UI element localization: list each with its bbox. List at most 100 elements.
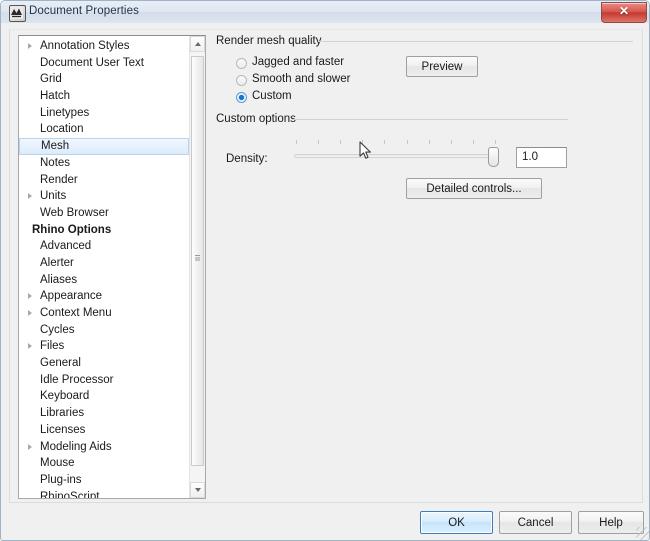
rhino-app-icon bbox=[9, 5, 26, 22]
tree-item-appearance[interactable]: Appearance bbox=[19, 288, 190, 305]
slider-tick bbox=[472, 140, 474, 144]
radio-mark-icon bbox=[236, 75, 247, 86]
tree-item-label: Plug-ins bbox=[40, 473, 82, 486]
slider-tick bbox=[384, 140, 386, 144]
tree-item-label: Modeling Aids bbox=[40, 440, 112, 453]
tree-item-mesh[interactable]: Mesh bbox=[19, 138, 189, 155]
chevron-right-icon[interactable] bbox=[28, 310, 32, 316]
close-icon[interactable]: ✕ bbox=[601, 2, 647, 23]
tree-item-label: Rhino Options bbox=[32, 223, 112, 236]
tree-item-document-user-text[interactable]: Document User Text bbox=[19, 55, 190, 72]
tree-item-label: Mouse bbox=[40, 457, 75, 470]
scroll-down-icon[interactable] bbox=[190, 482, 205, 498]
tree-item-libraries[interactable]: Libraries bbox=[19, 405, 190, 422]
tree-item-label: Appearance bbox=[40, 290, 103, 303]
density-value-input[interactable]: 1.0 bbox=[516, 147, 567, 168]
scroll-up-icon[interactable] bbox=[190, 36, 205, 52]
dialog-body: Annotation Styles Document User Text Grid H… bbox=[1, 23, 649, 540]
radio-label: Smooth and slower bbox=[252, 73, 351, 85]
title-bar: Document Properties ✕ bbox=[1, 1, 649, 24]
slider-tick bbox=[495, 140, 496, 144]
preview-button[interactable]: Preview bbox=[406, 56, 478, 77]
settings-tree-panel[interactable]: Annotation Styles Document User Text Grid H… bbox=[18, 35, 206, 499]
tree-item-plug-ins[interactable]: Plug-ins bbox=[19, 472, 190, 489]
radio-mark-icon bbox=[236, 58, 247, 69]
tree-item-label: Document User Text bbox=[40, 56, 144, 69]
tree-item-label: Cycles bbox=[40, 323, 75, 336]
settings-tree-list: Annotation Styles Document User Text Grid H… bbox=[19, 38, 190, 499]
tree-item-general[interactable]: General bbox=[19, 355, 190, 372]
density-slider-ticks bbox=[293, 138, 501, 146]
close-glyph: ✕ bbox=[618, 4, 630, 18]
custom-options-header: Custom options bbox=[216, 113, 296, 125]
ok-button[interactable]: OK bbox=[420, 511, 493, 534]
chevron-right-icon[interactable] bbox=[28, 343, 32, 350]
tree-item-label: Files bbox=[40, 340, 65, 353]
tree-item-units[interactable]: Units bbox=[19, 188, 190, 205]
content-area: Annotation Styles Document User Text Grid H… bbox=[9, 29, 643, 503]
render-mesh-quality-header: Render mesh quality bbox=[216, 35, 322, 47]
help-button[interactable]: Help bbox=[578, 511, 644, 534]
slider-tick bbox=[406, 140, 408, 144]
chevron-right-icon[interactable] bbox=[28, 293, 32, 300]
tree-item-label: Web Browser bbox=[40, 206, 109, 219]
tree-item-licenses[interactable]: Licenses bbox=[19, 422, 190, 439]
tree-item-modeling-aids[interactable]: Modeling Aids bbox=[19, 439, 190, 456]
tree-item-notes[interactable]: Notes bbox=[19, 155, 190, 172]
tree-item-idle-processor[interactable]: Idle Processor bbox=[19, 372, 190, 389]
slider-tick bbox=[296, 140, 297, 144]
tree-item-label: Notes bbox=[40, 156, 71, 169]
density-slider-track[interactable] bbox=[294, 154, 499, 158]
tree-item-linetypes[interactable]: Linetypes bbox=[19, 105, 190, 122]
tree-item-label: Keyboard bbox=[40, 390, 90, 403]
density-slider[interactable] bbox=[293, 138, 501, 170]
tree-item-label: Annotation Styles bbox=[40, 40, 130, 52]
window-title: Document Properties bbox=[29, 5, 139, 17]
density-slider-thumb[interactable] bbox=[488, 147, 499, 167]
radio-label: Custom bbox=[252, 90, 292, 102]
tree-item-cycles[interactable]: Cycles bbox=[19, 322, 190, 339]
tree-item-advanced[interactable]: Advanced bbox=[19, 238, 190, 255]
mesh-settings-pane: Render mesh quality Jagged and faster Sm… bbox=[208, 30, 642, 502]
tree-item-label: Linetypes bbox=[40, 106, 90, 119]
tree-item-annotation-styles[interactable]: Annotation Styles bbox=[19, 38, 190, 55]
scrollbar-thumb[interactable] bbox=[191, 56, 204, 466]
chevron-right-icon[interactable] bbox=[28, 193, 32, 200]
density-label: Density: bbox=[226, 153, 268, 165]
tree-item-label: Libraries bbox=[40, 407, 85, 420]
tree-item-rhinoscript[interactable]: RhinoScript bbox=[19, 489, 190, 499]
slider-tick bbox=[362, 140, 364, 144]
slider-tick bbox=[428, 140, 430, 144]
tree-item-label: Location bbox=[40, 123, 84, 136]
tree-item-files[interactable]: Files bbox=[19, 338, 190, 355]
chevron-right-icon[interactable] bbox=[28, 43, 32, 49]
tree-item-label: Hatch bbox=[40, 90, 71, 103]
tree-item-label: Units bbox=[40, 190, 67, 203]
tree-item-label: Mesh bbox=[41, 140, 70, 153]
detailed-controls-button[interactable]: Detailed controls... bbox=[406, 178, 542, 199]
tree-item-alerter[interactable]: Alerter bbox=[19, 255, 190, 272]
tree-item-rhino-options[interactable]: Rhino Options bbox=[19, 222, 190, 239]
tree-item-label: General bbox=[40, 357, 81, 370]
tree-item-hatch[interactable]: Hatch bbox=[19, 88, 190, 105]
tree-item-mouse[interactable]: Mouse bbox=[19, 455, 190, 472]
tree-item-label: RhinoScript bbox=[40, 490, 100, 499]
tree-item-grid[interactable]: Grid bbox=[19, 71, 190, 88]
tree-item-web-browser[interactable]: Web Browser bbox=[19, 205, 190, 222]
chevron-right-icon[interactable] bbox=[28, 443, 32, 450]
tree-item-context-menu[interactable]: Context Menu bbox=[19, 305, 190, 322]
tree-item-render[interactable]: Render bbox=[19, 172, 190, 189]
tree-item-aliases[interactable]: Aliases bbox=[19, 272, 190, 289]
dialog-footer: OK Cancel Help bbox=[1, 507, 649, 540]
cancel-button[interactable]: Cancel bbox=[499, 511, 572, 534]
slider-tick bbox=[450, 140, 452, 144]
radio-label: Jagged and faster bbox=[252, 56, 345, 68]
tree-item-label: Render bbox=[40, 173, 78, 186]
document-properties-window: Document Properties ✕ Annotation Styles D… bbox=[0, 0, 650, 541]
resize-grip-icon[interactable] bbox=[636, 527, 649, 540]
tree-item-keyboard[interactable]: Keyboard bbox=[19, 388, 190, 405]
tree-scrollbar[interactable] bbox=[189, 36, 205, 498]
tree-item-location[interactable]: Location bbox=[19, 121, 190, 138]
slider-tick bbox=[340, 140, 342, 144]
tree-item-label: Grid bbox=[40, 73, 62, 86]
